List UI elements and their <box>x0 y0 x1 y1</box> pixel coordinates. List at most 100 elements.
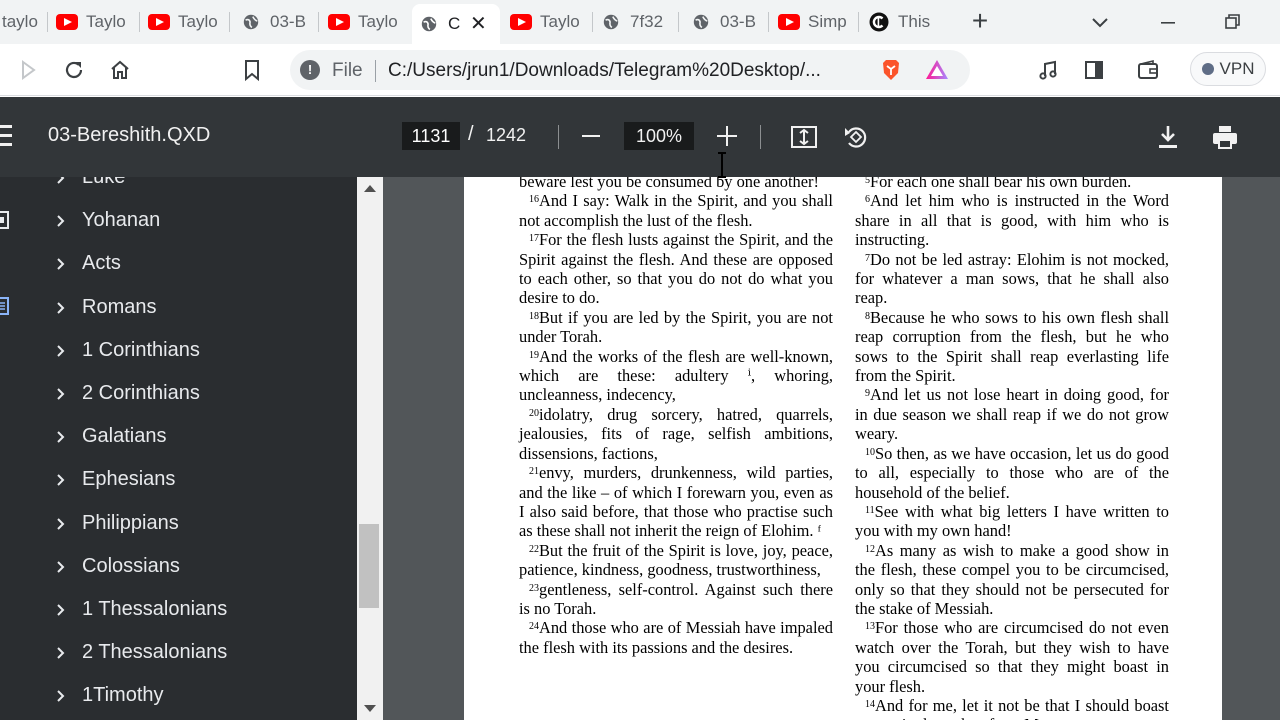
verse-number: 12 <box>865 543 875 555</box>
verse-text: As many as wish to make a good show in t… <box>855 540 1169 618</box>
menu-icon[interactable] <box>0 125 12 152</box>
text-column-left: beware lest you be consumed by one anoth… <box>519 177 833 657</box>
verse: 5For each one shall bear his own burden. <box>855 177 1169 191</box>
url-text[interactable]: C:/Users/jrun1/Downloads/Telegram%20Desk… <box>388 60 858 82</box>
outline-item[interactable]: 1 Corinthians <box>0 330 357 373</box>
outline-item[interactable]: Philippians <box>0 503 357 546</box>
outline-item-label: Luke <box>82 177 126 188</box>
rotate-icon[interactable] <box>842 123 870 151</box>
tab-title: Taylo <box>178 12 218 31</box>
verse: 16And I say: Walk in the Spirit, and you… <box>519 191 833 230</box>
outline-item-label: 1Timothy <box>82 684 164 707</box>
reload-icon[interactable] <box>60 56 88 84</box>
verse-number: 17 <box>529 233 539 245</box>
outline-item-label: Romans <box>82 295 157 318</box>
browser-tab[interactable]: 03-B <box>234 4 314 40</box>
globe-icon <box>240 14 262 30</box>
outline-item[interactable]: Ephesians <box>0 459 357 502</box>
restore-window-icon[interactable] <box>1220 10 1244 34</box>
verse-text: envy, murders, drunkenness, wild parties… <box>519 463 833 541</box>
scrollbar-thumb[interactable] <box>359 524 379 608</box>
zoom-out-icon[interactable] <box>582 135 600 137</box>
minimize-window-icon[interactable] <box>1156 10 1180 34</box>
site-info-icon[interactable]: ! <box>300 60 320 80</box>
globe-icon <box>600 14 622 30</box>
address-bar[interactable]: ! File C:/Users/jrun1/Downloads/Telegram… <box>290 50 970 90</box>
outline-item[interactable]: Luke <box>0 177 357 200</box>
chevron-right-icon[interactable] <box>56 473 66 487</box>
browser-tab-active[interactable]: C ✕ <box>412 4 500 44</box>
chevron-right-icon[interactable] <box>56 430 66 444</box>
download-icon[interactable] <box>1154 123 1182 151</box>
browser-tab[interactable]: 03-B <box>684 4 764 40</box>
verse-text: And those who are of Messiah have impale… <box>519 618 833 657</box>
verse-text: Do not be led astray: Elohim is not mock… <box>855 249 1169 308</box>
outline-item[interactable]: Romans <box>0 287 357 330</box>
close-tab-icon[interactable]: ✕ <box>470 14 487 34</box>
browser-tab[interactable]: 7f32 <box>594 4 676 40</box>
verse: 20idolatry, drug sorcery, hatred, quarre… <box>519 405 833 463</box>
outline-item[interactable]: Acts <box>0 243 357 286</box>
verse-text: But if you are led by the Spirit, you ar… <box>519 307 833 347</box>
chevron-right-icon[interactable] <box>56 177 66 185</box>
chevron-right-icon[interactable] <box>56 344 66 358</box>
browser-tab[interactable]: Taylo <box>504 4 590 40</box>
verse: 22But the fruit of the Spirit is love, j… <box>519 541 833 580</box>
home-icon[interactable] <box>106 56 134 84</box>
tab-title: taylo <box>2 12 38 31</box>
browser-tab[interactable]: Taylo <box>142 4 228 40</box>
brave-shields-icon[interactable] <box>878 57 904 83</box>
chevron-right-icon[interactable] <box>56 301 66 315</box>
outline-item[interactable]: 1Timothy <box>0 675 357 718</box>
wallet-icon[interactable] <box>1134 56 1162 84</box>
media-music-icon[interactable] <box>1034 56 1062 84</box>
verse-number: 24 <box>529 621 539 633</box>
chevron-right-icon[interactable] <box>56 517 66 531</box>
browser-tab[interactable]: Simp <box>772 4 856 40</box>
print-icon[interactable] <box>1211 123 1239 151</box>
forward-icon[interactable] <box>14 56 42 84</box>
outline-item[interactable]: Colossians <box>0 546 357 589</box>
outline-item[interactable]: Galatians <box>0 416 357 459</box>
browser-tab[interactable]: Taylo <box>322 4 408 40</box>
verse-number: 20 <box>529 407 539 419</box>
browser-tab[interactable]: taylo <box>0 4 46 40</box>
outline-item[interactable]: Yohanan <box>0 200 357 243</box>
browser-tab[interactable]: Taylo <box>50 4 138 40</box>
outline-item[interactable]: 2 Thessalonians <box>0 632 357 675</box>
chevron-right-icon[interactable] <box>56 603 66 617</box>
verse: 7Do not be led astray: Elohim is not moc… <box>855 250 1169 308</box>
chevron-right-icon[interactable] <box>56 214 66 228</box>
zoom-in-icon[interactable] <box>717 126 737 146</box>
new-tab-button[interactable]: + <box>966 7 994 36</box>
outline-sidebar: Luke Yohanan Acts Romans 1 Corinthians 2 Cori… <box>0 177 357 720</box>
outline-item-label: 1 Thessalonians <box>82 598 228 620</box>
verse-number: 23 <box>529 582 539 594</box>
brave-rewards-icon[interactable] <box>924 57 950 83</box>
fit-to-page-icon[interactable] <box>790 123 818 151</box>
vpn-button[interactable]: VPN <box>1190 52 1266 86</box>
chevron-right-icon[interactable] <box>56 689 66 703</box>
outline-item[interactable]: 2 Corinthians <box>0 373 357 416</box>
document-viewport[interactable]: beware lest you be consumed by one anoth… <box>383 177 1280 720</box>
scroll-down-icon[interactable] <box>364 705 376 712</box>
chevron-right-icon[interactable] <box>56 257 66 271</box>
page-number-input[interactable]: 1131 <box>402 122 460 150</box>
verse: 8Because he who sows to his own flesh sh… <box>855 308 1169 386</box>
tab-search-chevron-icon[interactable] <box>1090 12 1110 37</box>
pdf-page: beware lest you be consumed by one anoth… <box>464 177 1222 720</box>
zoom-level-input[interactable]: 100% <box>624 122 694 150</box>
chevron-right-icon[interactable] <box>56 387 66 401</box>
c-logo-icon <box>868 12 890 32</box>
verse-text: And for me, let it not be that I should … <box>855 695 1169 720</box>
bookmark-icon[interactable] <box>238 56 266 84</box>
scroll-up-icon[interactable] <box>364 185 376 192</box>
chevron-right-icon[interactable] <box>56 560 66 574</box>
browser-tab[interactable]: This <box>862 4 952 40</box>
chevron-right-icon[interactable] <box>56 646 66 660</box>
sidebar-scrollbar[interactable] <box>357 177 383 720</box>
tab-title: Taylo <box>540 12 580 31</box>
sidebar-toggle-icon[interactable] <box>1080 56 1108 84</box>
outline-item[interactable]: 1 Thessalonians <box>0 589 357 632</box>
verse: 6And let him who is instructed in the Wo… <box>855 191 1169 249</box>
